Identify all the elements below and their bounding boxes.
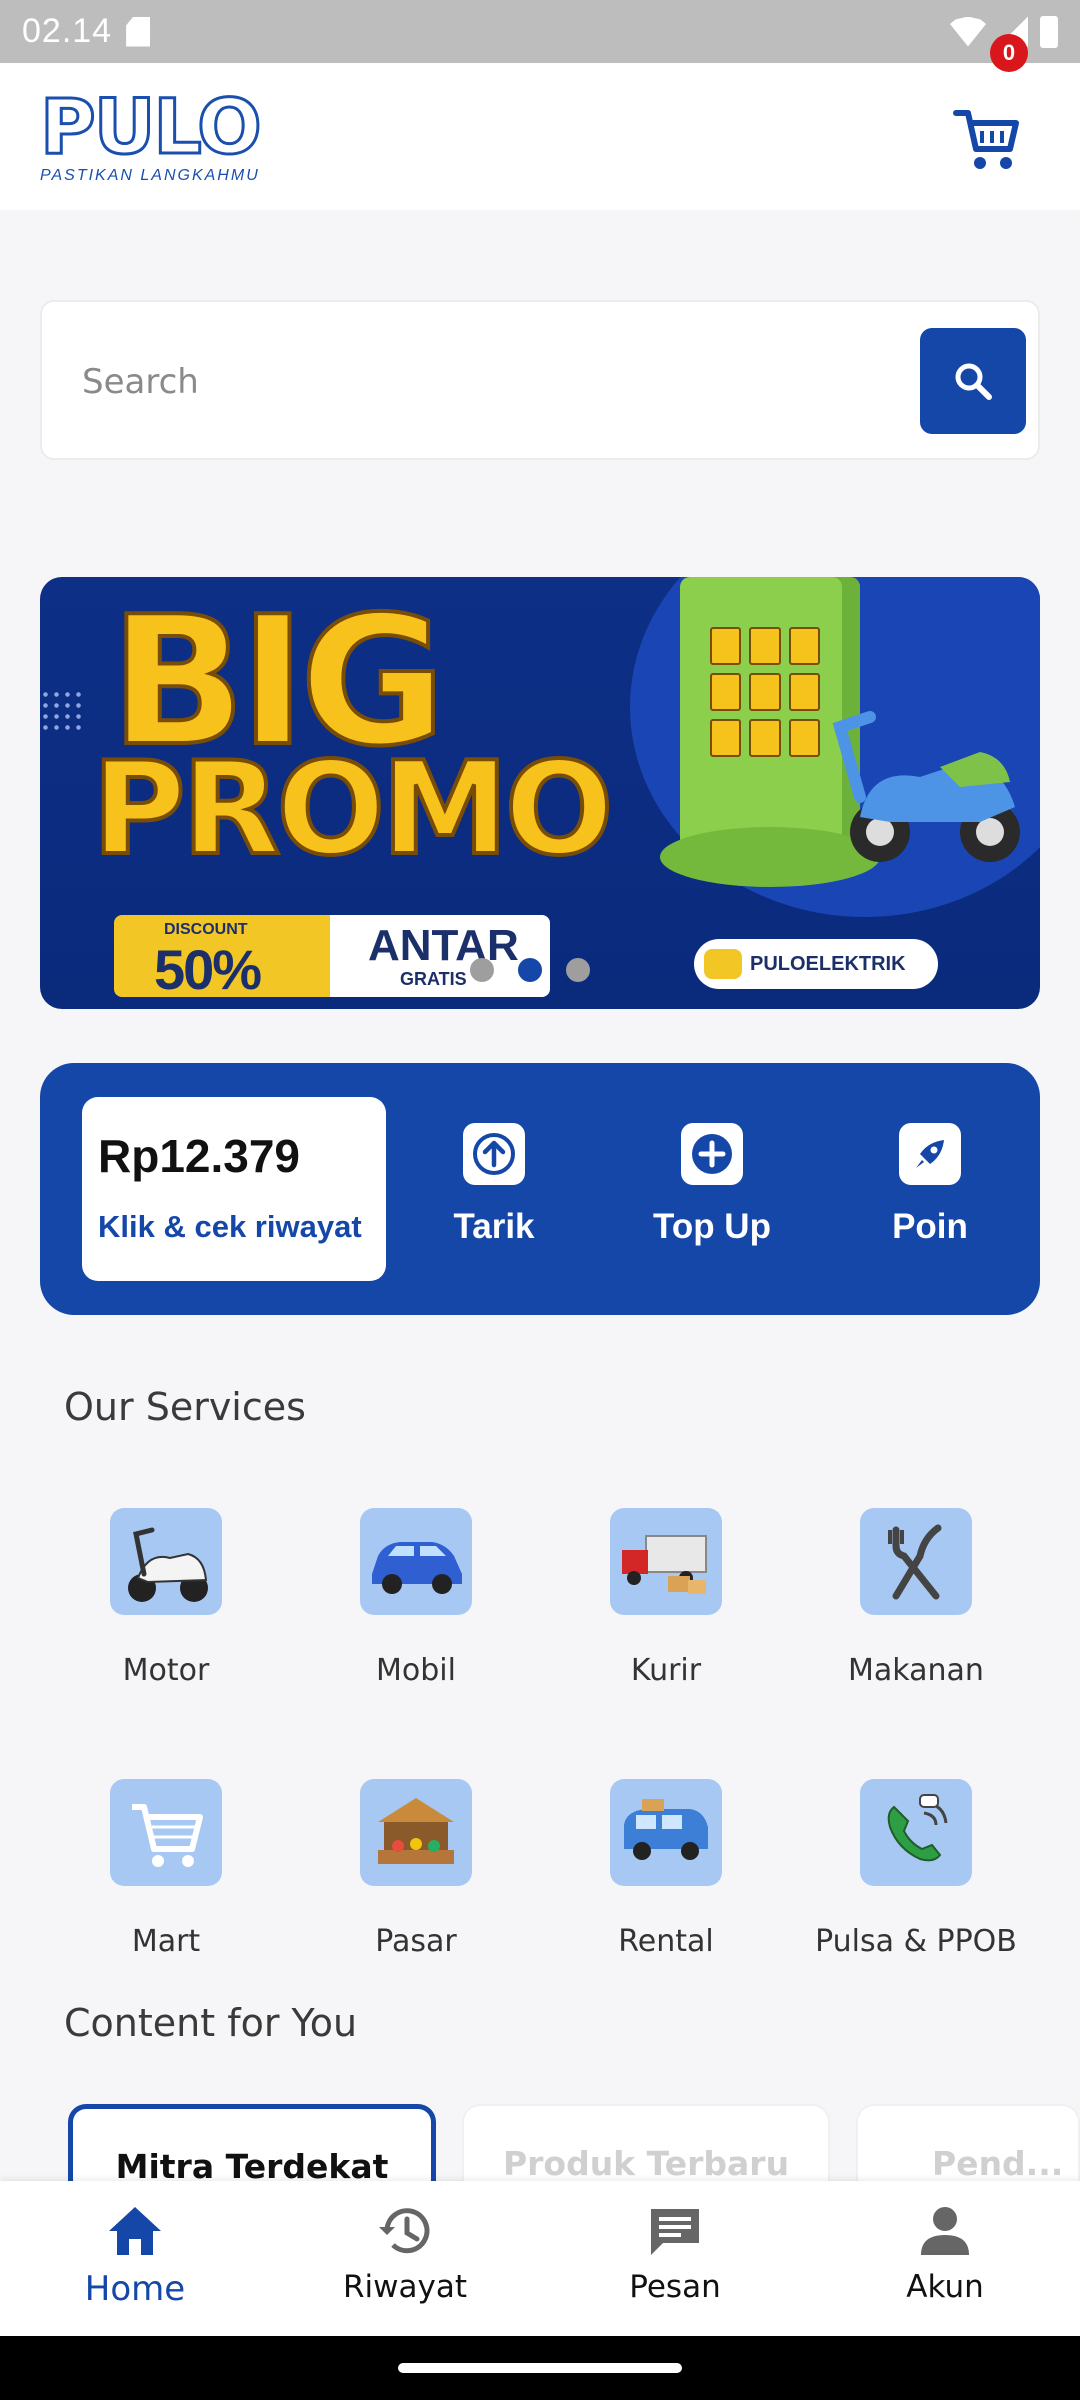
banner-dots-decoration xyxy=(40,689,86,735)
pulo-logo: PULO PASTIKAN LANGKAHMU xyxy=(39,82,300,189)
banner-headline-promo: PROMO xyxy=(90,735,615,884)
van-icon xyxy=(610,1779,722,1886)
search-icon xyxy=(955,363,992,400)
service-makanan[interactable]: Makanan xyxy=(806,1508,1026,1688)
cart-count-badge: 0 xyxy=(990,34,1028,72)
discount-value: 50% xyxy=(154,938,262,1001)
cart-button[interactable] xyxy=(952,105,1022,173)
service-label: Rental xyxy=(618,1924,714,1959)
home-gesture-handle[interactable] xyxy=(398,2363,682,2373)
service-mart[interactable]: Mart xyxy=(56,1779,276,1959)
plus-icon xyxy=(681,1123,743,1185)
cart-icon xyxy=(953,110,1019,169)
service-label: Mobil xyxy=(376,1653,456,1688)
logo-text: PULO xyxy=(39,82,264,171)
battery-icon xyxy=(1040,15,1058,48)
nav-label: Akun xyxy=(906,2269,984,2305)
tab-partial[interactable]: Pend... xyxy=(856,2104,1080,2184)
message-icon xyxy=(651,2209,699,2255)
person-icon xyxy=(921,2207,969,2255)
nav-akun[interactable]: Akun xyxy=(845,2203,1045,2323)
wifi-icon xyxy=(950,16,986,47)
topup-label: Top Up xyxy=(653,1207,771,1246)
tab-mitra-terdekat[interactable]: Mitra Terdekat xyxy=(68,2104,436,2184)
withdraw-button[interactable]: Tarik xyxy=(404,1123,584,1263)
promo-banner[interactable]: BIG PROMO DISCOUNT 50% ANTAR GRATIS PULO… xyxy=(40,577,1040,1009)
status-time: 02.14 xyxy=(22,12,113,50)
wallet-card: Rp12.379 Klik & cek riwayat Tarik Top Up… xyxy=(40,1063,1040,1315)
service-label: Mart xyxy=(131,1924,201,1959)
search-button[interactable] xyxy=(920,328,1026,434)
service-motor[interactable]: Motor xyxy=(56,1508,276,1688)
tab-produk-terbaru[interactable]: Produk Terbaru xyxy=(462,2104,830,2184)
nav-label: Riwayat xyxy=(343,2269,467,2305)
balance-history-link[interactable]: Klik & cek riwayat xyxy=(98,1209,362,1245)
phone-icon xyxy=(860,1779,972,1886)
brand-name: PULOELEKTRIK xyxy=(750,952,906,975)
balance-box[interactable]: Rp12.379 Klik & cek riwayat xyxy=(82,1097,386,1281)
search-input[interactable] xyxy=(82,352,902,412)
carousel-dot[interactable] xyxy=(566,958,590,982)
scooter-illustration xyxy=(832,711,1020,862)
carousel-indicator xyxy=(470,958,590,982)
scooter-icon xyxy=(110,1508,222,1615)
brand-pill: PULOELEKTRIK xyxy=(694,939,938,989)
fork-knife-icon xyxy=(860,1508,972,1615)
balance-amount: Rp12.379 xyxy=(98,1130,301,1182)
free-delivery-tag: ANTAR GRATIS xyxy=(330,915,550,997)
nav-label: Pesan xyxy=(629,2269,721,2305)
history-icon xyxy=(379,2208,430,2254)
services-title: Our Services xyxy=(64,1385,306,1429)
nav-riwayat[interactable]: Riwayat xyxy=(305,2203,505,2323)
app-header: PULO PASTIKAN LANGKAHMU xyxy=(0,63,1080,210)
service-pasar[interactable]: Pasar xyxy=(306,1779,526,1959)
cart-icon xyxy=(110,1779,222,1886)
service-label: Kurir xyxy=(630,1653,702,1688)
service-label: Pasar xyxy=(375,1924,457,1959)
nav-label: Home xyxy=(84,2269,186,2309)
points-label: Poin xyxy=(892,1207,968,1246)
truck-icon xyxy=(610,1508,722,1615)
service-label: Motor xyxy=(122,1653,210,1688)
service-rental[interactable]: Rental xyxy=(556,1779,776,1959)
carousel-dot[interactable] xyxy=(470,958,494,982)
system-navigation-bar xyxy=(0,2336,1080,2400)
nav-pesan[interactable]: Pesan xyxy=(575,2203,775,2323)
nav-home[interactable]: Home xyxy=(35,2203,235,2323)
withdraw-label: Tarik xyxy=(453,1207,535,1246)
rocket-icon xyxy=(899,1123,961,1185)
search-bar xyxy=(40,300,1040,460)
home-icon xyxy=(109,2207,161,2255)
carousel-dot-active[interactable] xyxy=(518,958,542,982)
arrow-up-icon xyxy=(463,1123,525,1185)
car-icon xyxy=(360,1508,472,1615)
sd-card-icon xyxy=(126,16,151,47)
logo-tagline: PASTIKAN LANGKAHMU xyxy=(40,167,260,184)
bottom-navigation: Home Riwayat Pesan Akun xyxy=(0,2181,1080,2336)
discount-tag: DISCOUNT 50% xyxy=(114,915,330,1001)
service-label: Pulsa & PPOB xyxy=(815,1924,1017,1959)
battery-slots xyxy=(710,627,820,757)
topup-button[interactable]: Top Up xyxy=(622,1123,802,1263)
market-stall-icon xyxy=(360,1779,472,1886)
service-kurir[interactable]: Kurir xyxy=(556,1508,776,1688)
service-mobil[interactable]: Mobil xyxy=(306,1508,526,1688)
service-label: Makanan xyxy=(848,1653,984,1688)
points-button[interactable]: Poin xyxy=(840,1123,1020,1263)
truck-logo-icon xyxy=(704,949,742,979)
status-bar: 02.14 xyxy=(0,0,1080,63)
delivery-sub: GRATIS xyxy=(400,969,467,989)
content-title: Content for You xyxy=(64,2001,358,2045)
service-pulsa-ppob[interactable]: Pulsa & PPOB xyxy=(806,1779,1026,1959)
